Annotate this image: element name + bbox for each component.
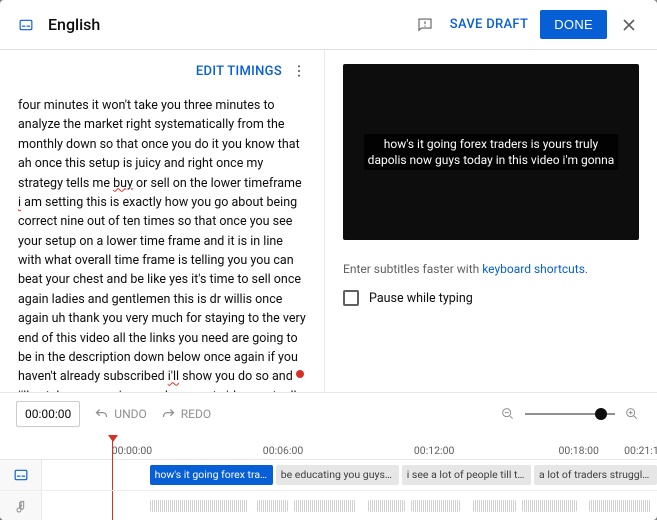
audio-waveform — [589, 500, 651, 512]
audio-track-icon[interactable] — [0, 491, 42, 520]
more-vert-icon[interactable] — [290, 62, 308, 80]
zoom-in-icon[interactable] — [623, 405, 641, 423]
zoom-slider[interactable] — [525, 413, 615, 415]
audio-track-body[interactable] — [42, 491, 657, 520]
subtitle-segment[interactable]: be educating you guys on the b... — [276, 465, 399, 485]
subtitle-track-body[interactable]: how's it going forex traders is y...be e… — [42, 460, 657, 490]
pause-while-typing-label: Pause while typing — [369, 291, 473, 306]
modal-body: EDIT TIMINGS four minutes it won't take … — [0, 50, 657, 392]
keyboard-shortcuts-link[interactable]: keyboard shortcuts — [482, 262, 585, 276]
undo-button[interactable]: UNDO — [94, 407, 146, 422]
unsaved-indicator-icon — [296, 370, 304, 378]
subtitle-textarea[interactable]: four minutes it won't take you three min… — [0, 88, 324, 392]
save-draft-button[interactable]: SAVE DRAFT — [450, 17, 528, 32]
pause-while-typing-row: Pause while typing — [343, 290, 639, 306]
subtitle-segment[interactable]: a lot of traders struggle with th — [534, 465, 657, 485]
playback-controls: 00:00:00 UNDO REDO — [0, 392, 657, 435]
ruler-tick: 00:00:00 — [112, 444, 153, 457]
subtitle-track: how's it going forex traders is y...be e… — [0, 460, 657, 490]
edit-timings-button[interactable]: EDIT TIMINGS — [196, 64, 282, 79]
audio-waveform — [257, 500, 288, 512]
language-title: English — [48, 15, 416, 34]
subtitle-segment[interactable]: i see a lot of people till today and ... — [402, 465, 531, 485]
ruler-tick: 00:12:00 — [414, 444, 455, 457]
timecode-input[interactable]: 00:00:00 — [16, 401, 80, 427]
preview-pane: how's it going forex traders is yours tr… — [325, 50, 657, 392]
audio-waveform — [522, 500, 577, 512]
ruler-tick: 00:06:00 — [263, 444, 304, 457]
ruler-tick: 00:21:19 — [624, 444, 657, 457]
done-button[interactable]: DONE — [540, 10, 607, 39]
ruler-tick: 00:18:00 — [558, 444, 599, 457]
audio-waveform — [368, 500, 405, 512]
zoom-slider-thumb[interactable] — [595, 408, 607, 420]
zoom-controls — [499, 405, 641, 423]
subtitle-editor-modal: English SAVE DRAFT DONE EDIT TIMINGS fou… — [0, 0, 657, 520]
subtitle-track-icon[interactable] — [0, 460, 42, 490]
zoom-out-icon[interactable] — [499, 405, 517, 423]
close-icon[interactable] — [617, 13, 641, 37]
feedback-icon[interactable] — [416, 16, 434, 34]
audio-track — [0, 490, 657, 520]
timeline-tracks: how's it going forex traders is y...be e… — [0, 459, 657, 520]
text-pane: EDIT TIMINGS four minutes it won't take … — [0, 50, 325, 392]
pause-while-typing-checkbox[interactable] — [343, 290, 359, 306]
subtitles-icon — [16, 18, 36, 32]
modal-header: English SAVE DRAFT DONE — [0, 0, 657, 50]
text-pane-toolbar: EDIT TIMINGS — [0, 50, 324, 88]
audio-waveform — [294, 500, 356, 512]
caption-line-1: how's it going forex traders is yours tr… — [384, 137, 598, 151]
caption-overlay: how's it going forex traders is yours tr… — [364, 134, 619, 170]
caption-line-2: dapolis now guys today in this video i'm… — [368, 153, 615, 167]
redo-button[interactable]: REDO — [161, 407, 211, 422]
time-ruler[interactable]: 00:00:00 00:06:00 00:12:00 00:18:00 00:21:19 — [0, 435, 657, 459]
subtitle-segment[interactable]: how's it going forex traders is y... — [150, 465, 273, 485]
audio-waveform — [411, 500, 460, 512]
video-preview[interactable]: how's it going forex traders is yours tr… — [343, 64, 639, 240]
audio-waveform — [150, 500, 248, 512]
keyboard-shortcuts-hint: Enter subtitles faster with keyboard sho… — [343, 262, 639, 276]
audio-waveform — [473, 500, 516, 512]
